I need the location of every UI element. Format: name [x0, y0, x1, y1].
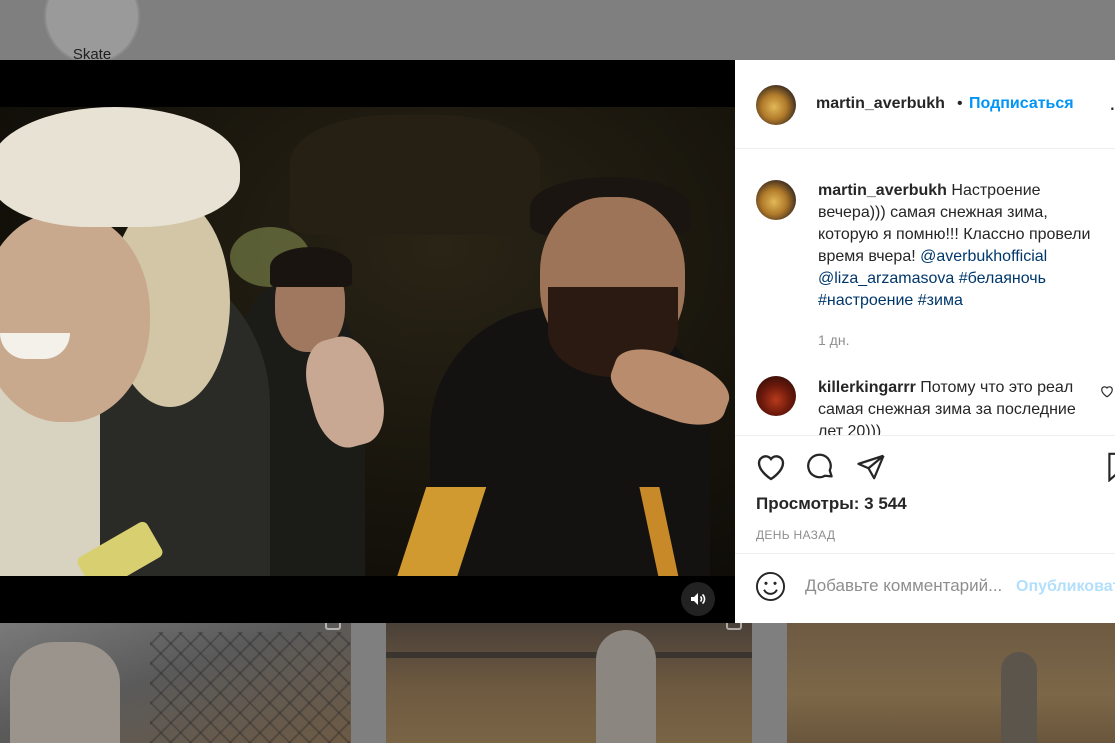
- views-count[interactable]: Просмотры: 3 544: [756, 494, 907, 514]
- share-icon[interactable]: [855, 452, 887, 482]
- posted-time[interactable]: ДЕНЬ НАЗАД: [756, 528, 835, 542]
- mention-link[interactable]: @averbukhofficial: [920, 248, 1047, 265]
- hashtag-link[interactable]: #настроение: [818, 292, 913, 309]
- video-badge-icon: [325, 622, 341, 630]
- caption-text: martin_averbukh Настроение вечера))) сам…: [818, 182, 1091, 309]
- author-username[interactable]: martin_averbukh: [816, 95, 945, 113]
- emoji-icon[interactable]: [755, 571, 786, 602]
- grid-post-thumbnail[interactable]: [787, 622, 1115, 743]
- bookmark-icon[interactable]: [1107, 452, 1115, 482]
- caption-avatar[interactable]: [756, 180, 796, 220]
- video-player[interactable]: [0, 60, 735, 623]
- separator-dot: •: [957, 95, 963, 112]
- comment-text: killerkingarrr Потому что это реал самая…: [818, 379, 1076, 435]
- caption-time[interactable]: 1 дн.: [818, 332, 849, 348]
- publish-button[interactable]: Опубликовать: [1016, 578, 1115, 596]
- follow-button[interactable]: Подписаться: [969, 95, 1074, 113]
- mute-button[interactable]: [681, 582, 715, 616]
- heart-icon[interactable]: [755, 452, 787, 482]
- post-sidebar: martin_averbukh • Подписаться ⋯ martin_a…: [735, 60, 1115, 623]
- post-actions: Просмотры: 3 544 ДЕНЬ НАЗАД: [735, 435, 1115, 553]
- comments-list[interactable]: martin_averbukh Настроение вечера))) сам…: [735, 150, 1115, 435]
- mention-link[interactable]: @liza_arzamasova: [818, 270, 954, 287]
- speaker-icon: [691, 593, 706, 605]
- comment-icon[interactable]: [805, 452, 837, 482]
- add-comment-bar: Опубликовать: [735, 553, 1115, 623]
- grid-post-thumbnail[interactable]: [0, 622, 351, 743]
- commenter-avatar[interactable]: [756, 376, 796, 416]
- grid-post-thumbnail[interactable]: [386, 622, 752, 743]
- video-badge-icon: [726, 622, 742, 630]
- more-dots-icon[interactable]: ⋯: [1109, 96, 1115, 121]
- hashtag-link[interactable]: #белаяночь: [959, 270, 1046, 287]
- comment-input[interactable]: [805, 576, 1015, 596]
- comment-like-icon[interactable]: [1100, 385, 1114, 398]
- comment-author[interactable]: killerkingarrr: [818, 379, 916, 396]
- post-header: martin_averbukh • Подписаться ⋯: [735, 60, 1115, 149]
- video-frame-image: [0, 107, 735, 576]
- caption-author[interactable]: martin_averbukh: [818, 182, 947, 199]
- author-avatar[interactable]: [756, 85, 796, 125]
- hashtag-link[interactable]: #зима: [918, 292, 963, 309]
